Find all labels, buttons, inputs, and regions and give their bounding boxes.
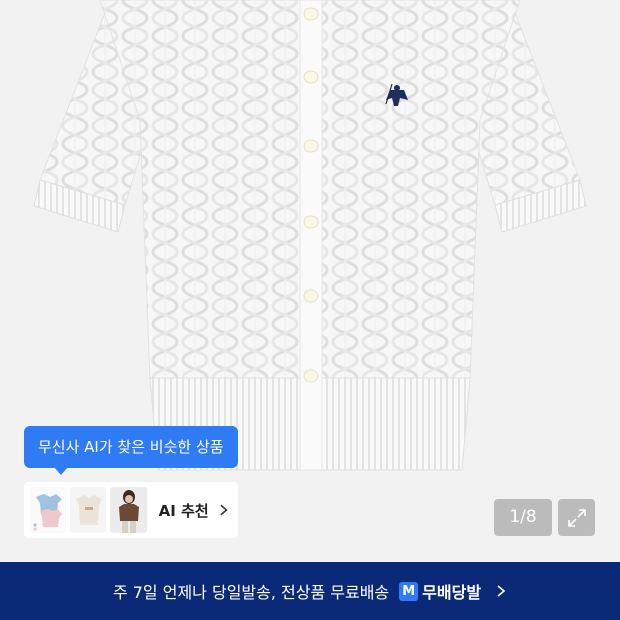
promo-brand: 무배당발	[422, 583, 482, 602]
musinsa-m-badge: M	[399, 581, 419, 601]
expand-image-button[interactable]	[558, 499, 595, 536]
chevron-right-icon	[219, 504, 228, 516]
image-page-counter: 1/8	[494, 499, 552, 536]
product-image[interactable]	[0, 0, 620, 562]
thumbnail-similar-1[interactable]	[30, 487, 67, 533]
ai-recommend-button[interactable]: AI 추천	[24, 482, 238, 538]
thumbnail-similar-3[interactable]	[110, 487, 147, 533]
product-detail-screen: 무신사 AI가 찾은 비슷한 상품 AI 추천 1/8 주 7일 언제나 당일발…	[0, 0, 620, 620]
ai-similar-tooltip: 무신사 AI가 찾은 비슷한 상품	[24, 426, 238, 475]
thumbnail-similar-2[interactable]	[70, 487, 107, 533]
chevron-right-icon	[497, 585, 506, 597]
ai-recommend-label: AI 추천	[158, 501, 209, 520]
expand-icon	[567, 508, 586, 527]
ai-tooltip-text: 무신사 AI가 찾은 비슷한 상품	[38, 438, 224, 456]
promo-text: 주 7일 언제나 당일발송, 전상품 무료배송	[112, 583, 390, 602]
tooltip-tail	[54, 467, 68, 475]
free-shipping-banner[interactable]: 주 7일 언제나 당일발송, 전상품 무료배송 M 무배당발	[0, 562, 620, 620]
